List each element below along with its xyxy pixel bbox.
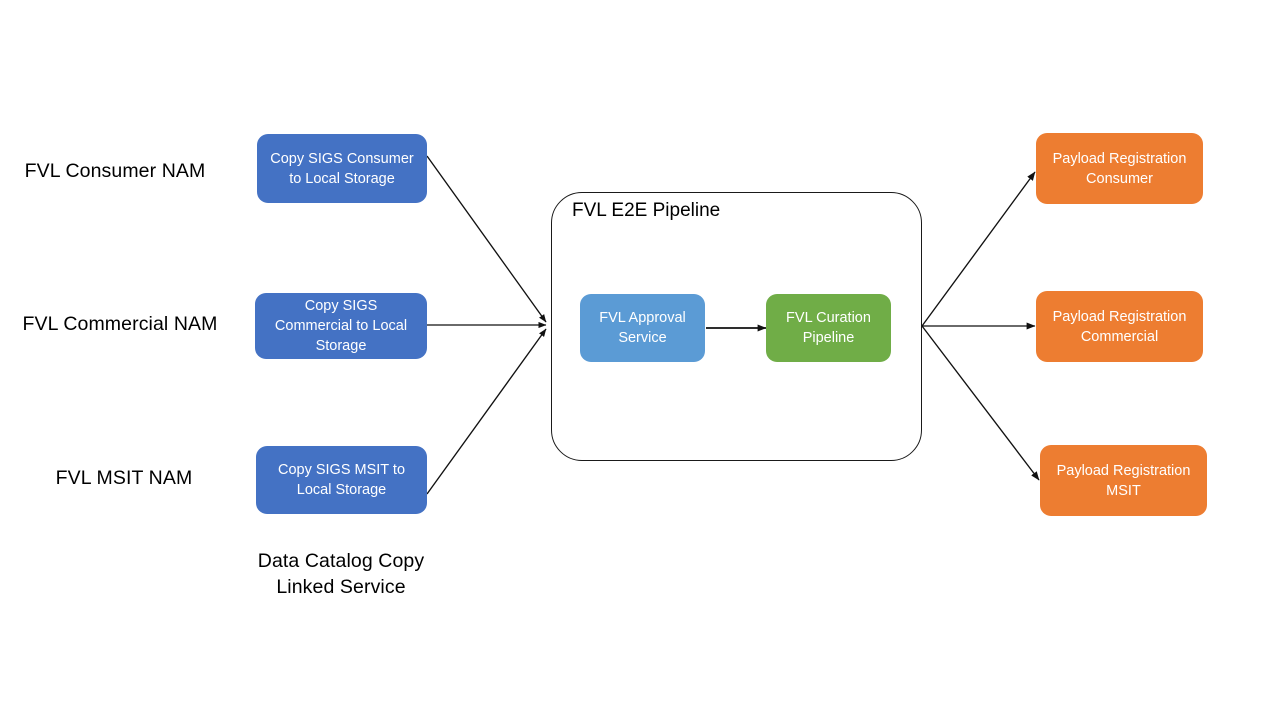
- node-payload-registration-consumer[interactable]: Payload Registration Consumer: [1036, 133, 1203, 204]
- edge-pipeline-to-registration-consumer: [921, 171, 1036, 327]
- node-copy-sigs-consumer-label: Copy SIGS Consumer to Local Storage: [270, 150, 414, 187]
- node-fvl-approval-service[interactable]: FVL Approval Service: [580, 294, 705, 362]
- node-copy-sigs-msit-label: Copy SIGS MSIT to Local Storage: [277, 462, 406, 498]
- node-copy-sigs-commercial-label: Copy SIGS Commercial to Local Storage: [274, 298, 408, 354]
- node-payload-registration-consumer-label: Payload Registration Consumer: [1052, 150, 1187, 187]
- copy-group-caption: Data Catalog Copy Linked Service: [257, 550, 425, 598]
- node-payload-registration-msit-label: Payload Registration MSIT: [1056, 462, 1191, 499]
- edge-pipeline-to-registration-msit: [921, 325, 1040, 481]
- edge-copy-msit-to-pipeline: [426, 328, 547, 495]
- source-label-commercial: FVL Commercial NAM: [22, 313, 218, 335]
- node-payload-registration-commercial-label: Payload Registration Commercial: [1052, 308, 1187, 345]
- node-copy-sigs-commercial[interactable]: Copy SIGS Commercial to Local Storage: [255, 293, 427, 359]
- source-label-consumer: FVL Consumer NAM: [24, 160, 206, 182]
- pipeline-container-title: FVL E2E Pipeline: [572, 200, 721, 221]
- edge-copy-consumer-to-pipeline: [426, 155, 547, 323]
- source-label-msit: FVL MSIT NAM: [55, 467, 193, 489]
- node-copy-sigs-consumer[interactable]: Copy SIGS Consumer to Local Storage: [257, 134, 427, 203]
- node-fvl-curation-pipeline[interactable]: FVL Curation Pipeline: [766, 294, 891, 362]
- node-copy-sigs-msit[interactable]: Copy SIGS MSIT to Local Storage: [256, 446, 427, 514]
- diagram-canvas: FVL Consumer NAM FVL Commercial NAM FVL …: [0, 0, 1280, 720]
- node-fvl-curation-pipeline-label: FVL Curation Pipeline: [786, 310, 871, 346]
- node-fvl-approval-service-label: FVL Approval Service: [599, 310, 686, 346]
- node-payload-registration-msit[interactable]: Payload Registration MSIT: [1040, 445, 1207, 516]
- node-payload-registration-commercial[interactable]: Payload Registration Commercial: [1036, 291, 1203, 362]
